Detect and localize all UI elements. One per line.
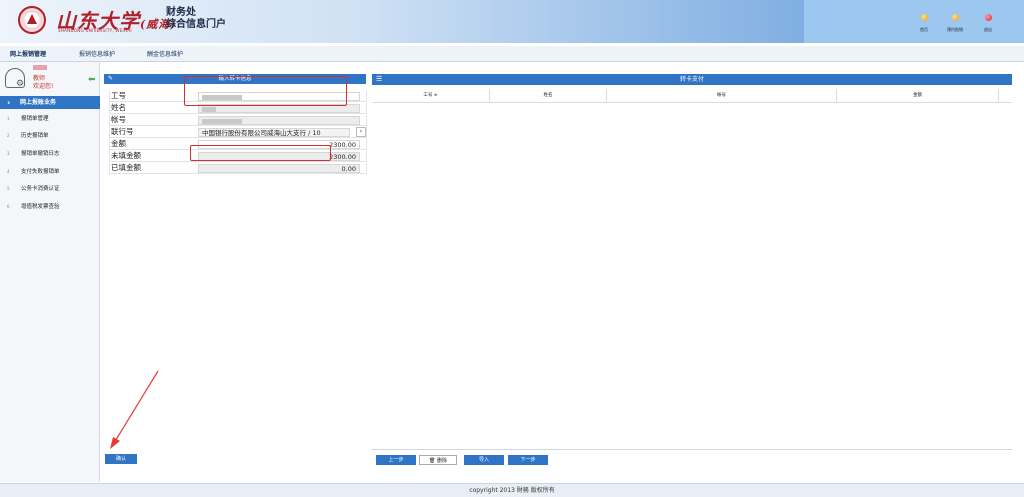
menu-label: 报销单撤销日志 (21, 151, 60, 157)
logout-label: 退出 (984, 27, 992, 32)
menu-label: 增值税发票查验 (21, 204, 60, 210)
gear-icon: ⚙ (16, 79, 25, 89)
sidebar: ⚙ 教师 欢迎您! ⬅ › 网上报账业务 1 报销单管理 2 历史报销单 3 报销单撤… (0, 62, 100, 482)
menu-index: 1 (7, 116, 10, 121)
column-name[interactable]: 姓名 (490, 89, 607, 103)
welcome-text: 欢迎您! (33, 83, 54, 90)
filled-amount-row: 已填金额 0.00 (109, 163, 367, 174)
menu-index: 5 (7, 186, 10, 191)
confirm-button[interactable]: 确认 (105, 454, 137, 464)
sidebar-item-history[interactable]: 2 历史报销单 (0, 129, 100, 143)
menu-label: 支付失败报销单 (21, 169, 60, 175)
prev-step-button[interactable]: 上一步 (376, 455, 416, 465)
bank-select-button[interactable]: › (356, 127, 366, 137)
trash-icon: 🗑 (429, 458, 437, 464)
sidebar-item-payment-failed[interactable]: 4 支付失败报销单 (0, 165, 100, 179)
list-icon: ☰ (376, 75, 383, 83)
home-icon (920, 14, 928, 21)
grid-title: 转卡支付 (679, 76, 704, 83)
grid-header: 工号 ≑ 姓名 帐号 金额 (372, 89, 1012, 103)
grid-title-bar: ☰ 转卡支付 (372, 74, 1012, 85)
appointment-icon (951, 14, 959, 21)
next-step-button[interactable]: 下一步 (508, 455, 548, 465)
grid-divider (372, 449, 1012, 450)
account-label: 帐号 (111, 115, 126, 124)
sidebar-menu-head-label: 网上报账业务 (20, 99, 57, 106)
highlight-box-amount (190, 145, 331, 161)
highlight-box-employee-id (184, 76, 347, 106)
sidebar-item-card-verification[interactable]: 5 公务卡消费认证 (0, 182, 100, 196)
back-arrow-icon[interactable]: ⬅ (88, 75, 96, 85)
menu-index: 6 (7, 204, 10, 209)
account-row: 帐号 (109, 115, 367, 126)
redacted-value (202, 118, 242, 124)
account-field (198, 116, 360, 125)
header-toolbar: 首页 预约报销 退出 (804, 0, 1024, 43)
import-button[interactable]: 导入 (464, 455, 504, 465)
filled-amount-label: 已填金额 (111, 163, 141, 172)
logout-button[interactable]: 退出 (968, 14, 1008, 38)
bank-field: 中国银行股份有限公司威海山大支行 / 10 (198, 128, 350, 137)
portal-name: 综合信息门户 (166, 19, 226, 30)
redacted-value (202, 106, 216, 112)
sidebar-item-cancel-log[interactable]: 3 报销单撤销日志 (0, 147, 100, 161)
tab-online-reimbursement[interactable]: 网上报销管理 (10, 49, 46, 58)
edit-icon: ✎ (108, 75, 114, 82)
menu-label: 公务卡消费认证 (21, 186, 60, 192)
column-account[interactable]: 帐号 (607, 89, 837, 103)
top-navigation: 网上报销管理 报销信息维护 酬金信息维护 (0, 46, 1024, 62)
logout-icon (984, 14, 992, 21)
user-name-redacted (33, 65, 47, 70)
portal-title: 财务处 综合信息门户 (166, 7, 226, 31)
column-employee-id[interactable]: 工号 ≑ (372, 89, 490, 103)
header: 山东大学(威海) SHANDONG UNIVERSITY, WEIHAI 财务处… (0, 0, 1024, 43)
sidebar-item-vat-invoice[interactable]: 6 增值税发票查验 (0, 200, 100, 214)
amount-label: 金额 (111, 139, 126, 148)
sidebar-menu-head[interactable]: › 网上报账业务 (0, 96, 100, 109)
menu-index: 4 (7, 169, 10, 174)
name-label: 姓名 (111, 103, 126, 112)
chevron-right-icon: › (7, 98, 11, 107)
sidebar-item-voucher-management[interactable]: 1 报销单管理 (0, 112, 100, 126)
university-seal-icon (18, 6, 46, 34)
filled-amount-field: 0.00 (198, 164, 360, 173)
annotation-arrow (110, 370, 159, 449)
menu-index: 2 (7, 133, 10, 138)
delete-label: 删除 (436, 458, 447, 464)
employee-id-label: 工号 (111, 91, 126, 100)
delete-button[interactable]: 🗑 删除 (419, 455, 457, 465)
bank-row: 联行号 中国银行股份有限公司威海山大支行 / 10 › (109, 127, 367, 138)
tab-reimbursement-info[interactable]: 报销信息维护 (79, 49, 115, 58)
bank-label: 联行号 (111, 127, 134, 136)
menu-label: 历史报销单 (21, 133, 49, 139)
logo-subtitle: SHANDONG UNIVERSITY, WEIHAI (58, 28, 132, 33)
menu-label: 报销单管理 (21, 116, 49, 122)
menu-index: 3 (7, 151, 10, 156)
footer: copyright 2013 財務 版权所有 (0, 483, 1024, 497)
tab-remuneration-info[interactable]: 酬金信息维护 (147, 49, 183, 58)
unfilled-amount-label: 未填金额 (111, 151, 141, 160)
dept-name: 财务处 (166, 7, 196, 18)
card-payment-grid: ☰ 转卡支付 工号 ≑ 姓名 帐号 金额 上一步 🗑 删除 导入 下一步 (372, 74, 1012, 465)
column-amount[interactable]: 金额 (837, 89, 999, 103)
